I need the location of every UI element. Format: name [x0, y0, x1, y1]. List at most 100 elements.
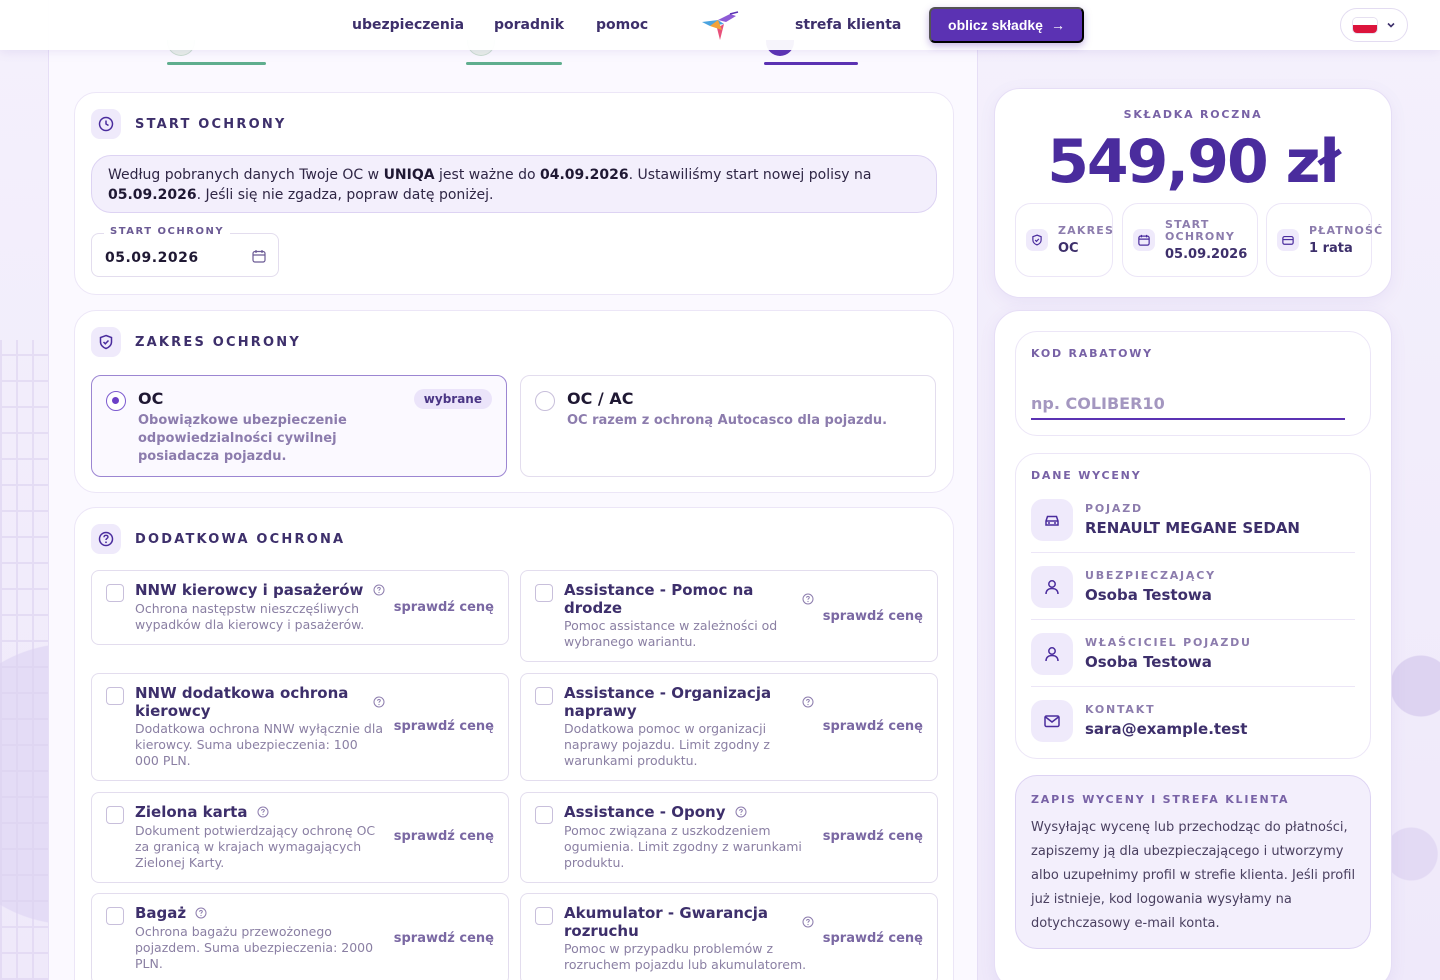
addon-title: Assistance - Organizacja naprawy [564, 684, 772, 720]
quote-row-label: WŁAŚCICIEL POJAZDU [1085, 636, 1252, 649]
arrow-right-icon: → [1050, 17, 1065, 33]
info-icon[interactable] [373, 696, 385, 708]
clock-icon [91, 109, 121, 139]
scope-option-oc-ac[interactable]: OC / AC OC razem z ochroną Autocasco dla… [520, 375, 936, 477]
check-price-link[interactable]: sprawdź cenę [823, 609, 923, 624]
pill-label: START OCHRONY [1165, 217, 1236, 243]
calculate-premium-button[interactable]: oblicz składkę → [929, 7, 1084, 43]
addon-title: Assistance - Pomoc na drodze [564, 581, 754, 617]
info-icon[interactable] [257, 806, 269, 818]
addon-checkbox[interactable] [106, 806, 124, 824]
addon-title: NNW dodatkowa ochrona kierowcy [135, 684, 349, 720]
addon-green-card[interactable]: Zielona karta Dokument potwierdzający oc… [91, 792, 509, 883]
user-icon [1031, 633, 1073, 675]
notice-text: Wysyłając wycenę lub przechodząc do płat… [1031, 820, 1356, 931]
card-icon [1277, 229, 1299, 251]
nav-link-poradnik[interactable]: poradnik [494, 17, 564, 33]
quote-row-value: Osoba Testowa [1085, 653, 1212, 671]
quote-row-value: sara@example.test [1085, 720, 1248, 738]
check-price-link[interactable]: sprawdź cenę [823, 931, 923, 946]
addon-luggage[interactable]: Bagaż Ochrona bagażu przewożonego pojazd… [91, 893, 509, 980]
policy-info-message: Według pobranych danych Twoje OC w UNIQA… [91, 155, 937, 213]
addon-battery[interactable]: Akumulator - Gwarancja rozruchu Pomoc w … [520, 893, 938, 980]
summary-pill-scope: ZAKRES OC [1015, 203, 1113, 277]
option-title: OC [138, 389, 164, 408]
addon-checkbox[interactable] [535, 907, 553, 925]
check-price-link[interactable]: sprawdź cenę [823, 829, 923, 844]
addon-nnw-driver[interactable]: NNW dodatkowa ochrona kierowcy Dodatkowa… [91, 673, 509, 781]
quote-row-label: UBEZPIECZAJĄCY [1085, 569, 1216, 582]
addon-checkbox[interactable] [106, 584, 124, 602]
addon-nnw[interactable]: NNW kierowcy i pasażerów Ochrona następs… [91, 570, 509, 645]
info-text: . Ustawiliśmy start nowej polisy na [628, 167, 872, 183]
save-quote-notice: ZAPIS WYCENY I STREFA KLIENTA Wysyłając … [1015, 775, 1371, 949]
check-price-link[interactable]: sprawdź cenę [394, 600, 494, 615]
nav-link-pomoc[interactable]: pomoc [596, 17, 648, 33]
annual-premium-value: 549,90 zł [1047, 127, 1341, 197]
addon-description: Dokument potwierdzający ochronę OC za gr… [135, 823, 376, 870]
info-start-date: 05.09.2026 [108, 187, 197, 203]
nav-link-ubezpieczenia[interactable]: ubezpieczenia [352, 17, 464, 33]
info-text: . Jeśli się nie zgadza, popraw datę poni… [196, 187, 494, 203]
check-price-link[interactable]: sprawdź cenę [823, 719, 923, 734]
calendar-icon[interactable] [252, 249, 266, 263]
addon-assistance-repair[interactable]: Assistance - Organizacja naprawy Dodatko… [520, 673, 938, 781]
selected-badge: wybrane [413, 389, 492, 409]
premium-summary-card: SKŁADKA ROCZNA 549,90 zł ZAKRES OC START … [994, 88, 1392, 298]
hummingbird-logo-icon[interactable] [700, 8, 740, 42]
promo-code-box: KOD RABATOWY [1015, 331, 1371, 436]
poland-flag-icon [1352, 16, 1378, 34]
cta-label: oblicz składkę [948, 17, 1043, 33]
radio-oc-ac[interactable] [535, 391, 555, 411]
promo-code-input[interactable] [1031, 388, 1345, 420]
info-insurer: UNIQA [383, 167, 435, 183]
calendar-icon [1133, 229, 1155, 251]
addon-description: Pomoc związana z uszkodzeniem ogumienia.… [564, 823, 802, 870]
addon-title: NNW kierowcy i pasażerów [135, 581, 385, 599]
info-icon[interactable] [802, 916, 814, 928]
annual-premium-label: SKŁADKA ROCZNA [1123, 108, 1263, 121]
language-selector[interactable] [1340, 8, 1408, 42]
addon-checkbox[interactable] [106, 907, 124, 925]
pill-value: OC [1058, 240, 1079, 256]
notice-label: ZAPIS WYCENY I STREFA KLIENTA [1031, 793, 1290, 806]
info-icon[interactable] [802, 593, 814, 605]
check-price-link[interactable]: sprawdź cenę [394, 931, 494, 946]
addon-checkbox[interactable] [106, 687, 124, 705]
info-icon[interactable] [802, 696, 814, 708]
info-icon[interactable] [735, 806, 747, 818]
quote-row-insured: UBEZPIECZAJĄCY Osoba Testowa [1031, 554, 1355, 620]
info-icon[interactable] [373, 584, 385, 596]
check-price-link[interactable]: sprawdź cenę [394, 719, 494, 734]
info-end-date: 04.09.2026 [540, 167, 629, 183]
addon-title: Assistance - Opony [564, 803, 747, 821]
quote-data-box: DANE WYCENY POJAZD RENAULT MEGANE SEDAN … [1015, 453, 1371, 759]
info-icon[interactable] [195, 907, 207, 919]
car-icon [1031, 499, 1073, 541]
info-text: jest ważne do [434, 167, 540, 183]
main-column: START OCHRONY Według pobranych danych Tw… [48, 0, 978, 980]
radio-oc[interactable] [106, 391, 126, 411]
addon-assistance-tires[interactable]: Assistance - Opony Pomoc związana z uszk… [520, 792, 938, 883]
option-description: Obowiązkowe ubezpieczenie odpowiedzialno… [138, 413, 347, 464]
nav-link-client-zone[interactable]: strefa klienta [795, 17, 901, 33]
addon-description: Pomoc assistance w zależności od wybrane… [564, 618, 778, 649]
scope-section: ZAKRES OCHRONY OC Obowiązkowe ubezpiecze… [74, 310, 954, 493]
addon-checkbox[interactable] [535, 584, 553, 602]
addon-assistance-road[interactable]: Assistance - Pomoc na drodze Pomoc assis… [520, 570, 938, 662]
addon-checkbox[interactable] [535, 687, 553, 705]
quote-row-value: RENAULT MEGANE SEDAN [1085, 519, 1300, 537]
addon-description: Dodatkowa pomoc w organizacji naprawy po… [564, 721, 770, 768]
scope-option-oc[interactable]: OC Obowiązkowe ubezpieczenie odpowiedzia… [91, 375, 507, 477]
check-price-link[interactable]: sprawdź cenę [394, 829, 494, 844]
scope-section-title: ZAKRES OCHRONY [135, 334, 301, 350]
quote-row-vehicle: POJAZD RENAULT MEGANE SEDAN [1031, 487, 1355, 553]
start-section: START OCHRONY Według pobranych danych Tw… [74, 92, 954, 295]
chevron-down-icon [1387, 22, 1395, 28]
addon-checkbox[interactable] [535, 806, 553, 824]
addon-description: Dodatkowa ochrona NNW wyłącznie dla kier… [135, 721, 384, 768]
step-progress-2 [466, 62, 562, 65]
pill-value: 05.09.2026 [1165, 246, 1248, 262]
addon-title: Zielona karta [135, 803, 269, 821]
start-date-field[interactable]: START OCHRONY 05.09.2026 [91, 226, 279, 277]
